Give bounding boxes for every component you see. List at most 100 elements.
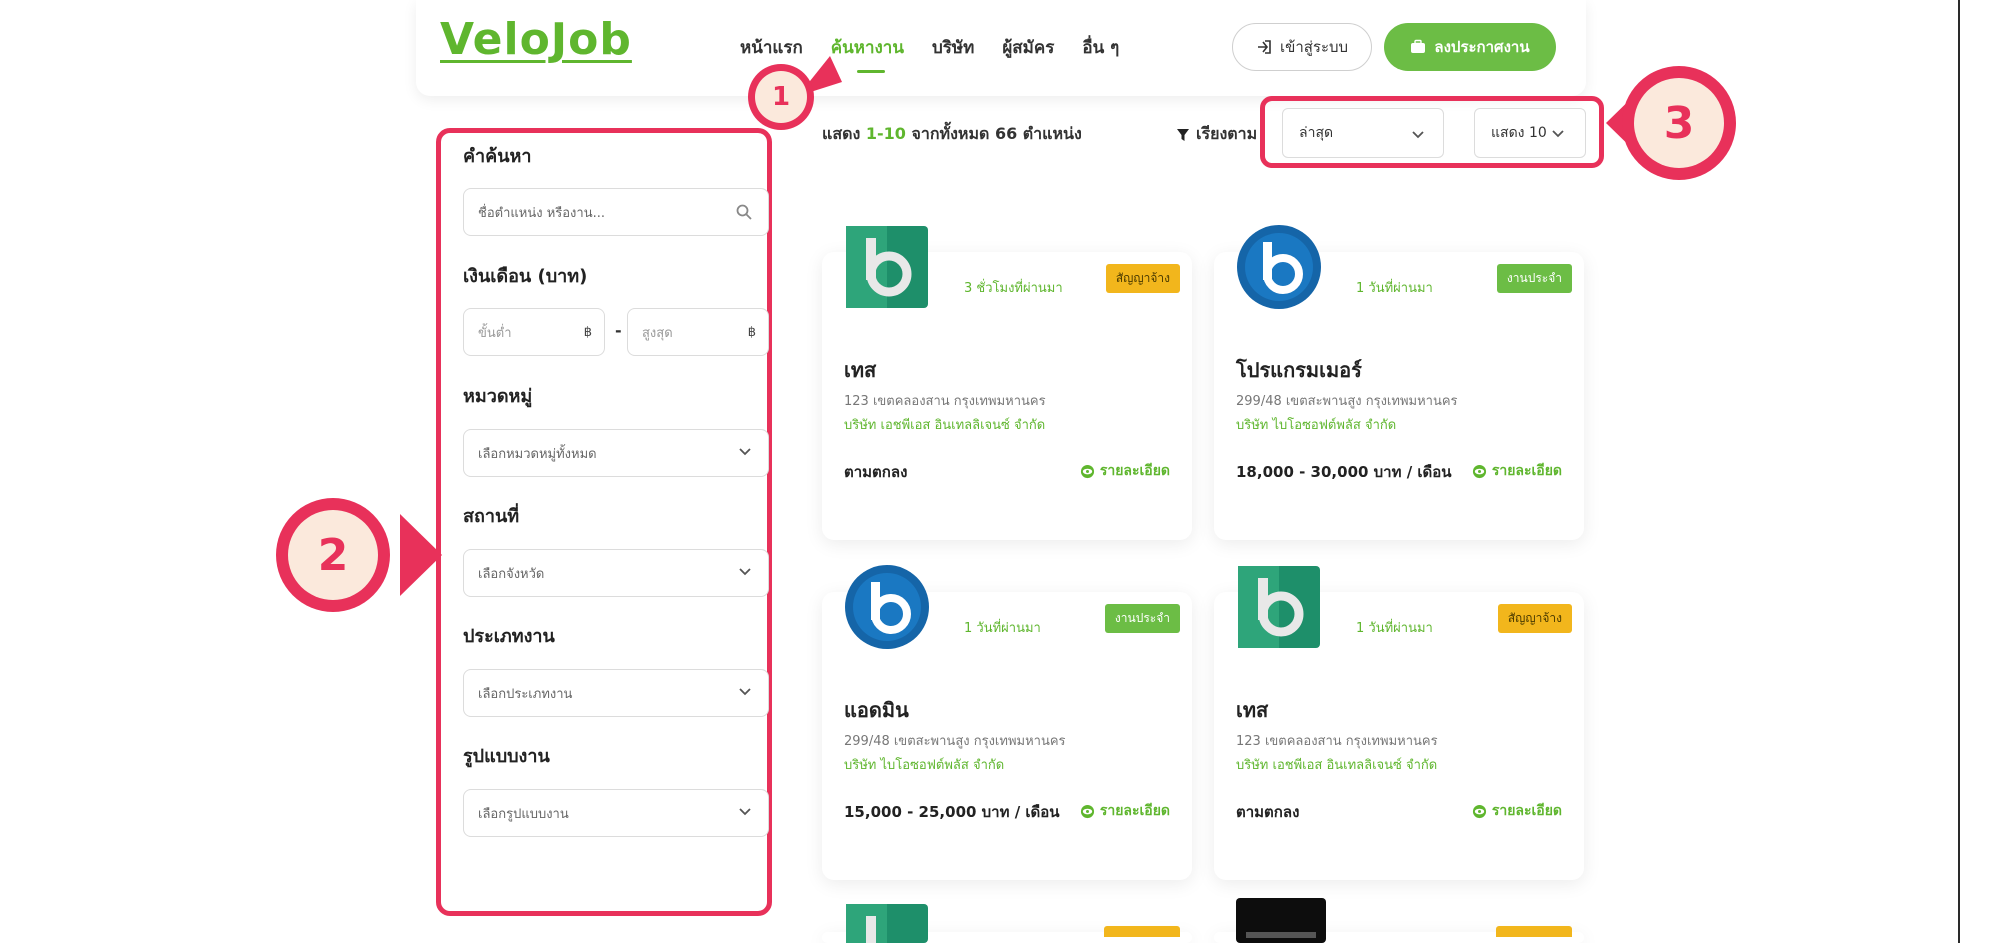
job-card[interactable]: 1 วันที่ผ่านมา งานประจำ โปรแกรมเมอร์ 299… <box>1214 225 1584 540</box>
job-type-badge: สัญญาจ้าง <box>1497 604 1572 633</box>
job-card[interactable] <box>1214 898 1584 943</box>
job-title[interactable]: แอดมิน <box>844 694 909 726</box>
callout-number: 3 <box>1634 78 1724 168</box>
job-address: 299/48 เขตสะพานสูง กรุงเทพมหานคร <box>1236 394 1458 409</box>
jobtype-select[interactable]: เลือกประเภทงาน <box>463 669 769 717</box>
chevron-down-icon <box>739 448 751 456</box>
salary: ตามตกลง <box>844 463 908 481</box>
details-link[interactable]: รายละเอียด <box>1080 800 1170 822</box>
category-value: เลือกหมวดหมู่ทั้งหมด <box>478 446 597 462</box>
baht-icon: ฿ <box>747 324 756 340</box>
chevron-down-icon <box>1552 130 1564 138</box>
results-prefix: แสดง <box>822 124 861 143</box>
callout-number: 2 <box>288 510 378 600</box>
job-address: 299/48 เขตสะพานสูง กรุงเทพมหานคร <box>844 734 1066 749</box>
job-card[interactable] <box>822 904 1192 943</box>
nav-more[interactable]: อื่น ๆ <box>1082 34 1119 61</box>
keyword-placeholder: ชื่อตำแหน่ง หรืองาน... <box>478 205 605 221</box>
company-name[interactable]: บริษัท ไบโอซอฟต์พลัส จำกัด <box>1236 414 1396 435</box>
posted-time: 3 ชั่วโมงที่ผ่านมา <box>964 281 1063 296</box>
post-job-label: ลงประกาศงาน <box>1434 38 1530 56</box>
company-name[interactable]: บริษัท เอชพีเอส อินเทลลิเจนซ์ จำกัด <box>844 414 1045 435</box>
salary: 18,000 - 30,000 บาท / เดือน <box>1236 463 1452 481</box>
category-select[interactable]: เลือกหมวดหมู่ทั้งหมด <box>463 429 769 477</box>
salary-max-placeholder: สูงสุด <box>642 325 673 341</box>
company-name[interactable]: บริษัท เอชพีเอส อินเทลลิเจนซ์ จำกัด <box>1236 754 1437 775</box>
nav-applicants[interactable]: ผู้สมัคร <box>1002 34 1054 61</box>
sort-label: เรียงตาม <box>1176 122 1257 147</box>
sort-select[interactable]: ล่าสุด <box>1282 108 1444 158</box>
salary-label: เงินเดือน (บาท) <box>463 266 588 287</box>
logo[interactable]: VeloJob <box>440 14 632 65</box>
eye-icon <box>1472 464 1486 478</box>
callout-number: 1 <box>755 71 807 123</box>
page-size-value: แสดง 10 <box>1491 125 1547 141</box>
details-label: รายละเอียด <box>1099 803 1170 819</box>
details-link[interactable]: รายละเอียด <box>1472 800 1562 822</box>
results-suffix: จากทั้งหมด 66 ตำแหน่ง <box>911 124 1082 143</box>
job-title[interactable]: โปรแกรมเมอร์ <box>1236 354 1362 386</box>
workstyle-label: รูปแบบงาน <box>463 746 550 767</box>
page: VeloJob หน้าแรก ค้นหางาน บริษัท ผู้สมัคร… <box>0 0 2000 943</box>
post-job-button[interactable]: ลงประกาศงาน <box>1384 23 1556 71</box>
job-title[interactable]: เทส <box>844 354 876 386</box>
posted-time: 1 วันที่ผ่านมา <box>964 621 1041 636</box>
posted-time: 1 วันที่ผ่านมา <box>1356 621 1433 636</box>
window-edge <box>1958 0 1960 943</box>
job-card[interactable]: 3 ชั่วโมงที่ผ่านมา สัญญาจ้าง เทส 123 เขต… <box>822 226 1192 540</box>
details-label: รายละเอียด <box>1099 463 1170 479</box>
filter-sidebar: คำค้นหา ชื่อตำแหน่ง หรืองาน... เงินเดือน… <box>436 128 772 916</box>
company-logo <box>1236 898 1326 943</box>
job-type-badge <box>1104 926 1180 937</box>
baht-icon: ฿ <box>583 324 592 340</box>
details-link[interactable]: รายละเอียด <box>1472 460 1562 482</box>
salary-min-input[interactable]: ขั้นต่ำ ฿ <box>463 308 605 356</box>
company-logo <box>846 904 928 943</box>
job-card[interactable]: 1 วันที่ผ่านมา สัญญาจ้าง เทส 123 เขตคลอง… <box>1214 566 1584 880</box>
salary-max-input[interactable]: สูงสุด ฿ <box>627 308 769 356</box>
results-count: แสดง 1-10 จากทั้งหมด 66 ตำแหน่ง <box>822 122 1082 147</box>
callout-marker-3: 3 <box>1622 66 1736 180</box>
eye-icon <box>1080 464 1094 478</box>
job-type-badge: งานประจำ <box>1496 264 1572 293</box>
keyword-input[interactable]: ชื่อตำแหน่ง หรืองาน... <box>463 188 769 236</box>
workstyle-value: เลือกรูปแบบงาน <box>478 806 569 822</box>
company-name[interactable]: บริษัท ไบโอซอฟต์พลัส จำกัด <box>844 754 1004 775</box>
job-type-badge: งานประจำ <box>1104 604 1180 633</box>
salary-dash: - <box>615 321 622 340</box>
province-select[interactable]: เลือกจังหวัด <box>463 549 769 597</box>
details-label: รายละเอียด <box>1491 803 1562 819</box>
search-icon[interactable] <box>736 204 752 220</box>
category-label: หมวดหมู่ <box>463 386 533 407</box>
salary: ตามตกลง <box>1236 803 1300 821</box>
company-logo <box>1237 225 1321 309</box>
province-value: เลือกจังหวัด <box>478 566 545 582</box>
filter-icon <box>1177 128 1189 141</box>
job-type-badge: สัญญาจ้าง <box>1105 264 1180 293</box>
workstyle-select[interactable]: เลือกรูปแบบงาน <box>463 789 769 837</box>
sort-label-text: เรียงตาม <box>1196 124 1258 143</box>
salary: 15,000 - 25,000 บาท / เดือน <box>844 803 1060 821</box>
job-title[interactable]: เทส <box>1236 694 1268 726</box>
company-logo <box>845 565 929 649</box>
company-logo <box>1238 566 1320 648</box>
sort-value: ล่าสุด <box>1299 125 1334 141</box>
details-label: รายละเอียด <box>1491 463 1562 479</box>
job-address: 123 เขตคลองสาน กรุงเทพมหานคร <box>1236 734 1438 749</box>
salary-min-placeholder: ขั้นต่ำ <box>478 325 512 341</box>
jobtype-value: เลือกประเภทงาน <box>478 686 573 702</box>
details-link[interactable]: รายละเอียด <box>1080 460 1170 482</box>
location-label: สถานที่ <box>463 506 520 527</box>
chevron-down-icon <box>739 568 751 576</box>
callout-pointer <box>400 514 442 596</box>
page-size-select[interactable]: แสดง 10 <box>1474 108 1586 158</box>
login-icon <box>1257 40 1271 54</box>
results-range: 1-10 <box>865 124 906 143</box>
company-logo <box>846 226 928 308</box>
job-card[interactable]: 1 วันที่ผ่านมา งานประจำ แอดมิน 299/48 เข… <box>822 565 1192 880</box>
briefcase-icon <box>1411 39 1426 53</box>
nav-companies[interactable]: บริษัท <box>932 34 974 61</box>
header: VeloJob หน้าแรก ค้นหางาน บริษัท ผู้สมัคร… <box>416 0 1586 96</box>
login-button[interactable]: เข้าสู่ระบบ <box>1232 23 1372 71</box>
eye-icon <box>1080 804 1094 818</box>
